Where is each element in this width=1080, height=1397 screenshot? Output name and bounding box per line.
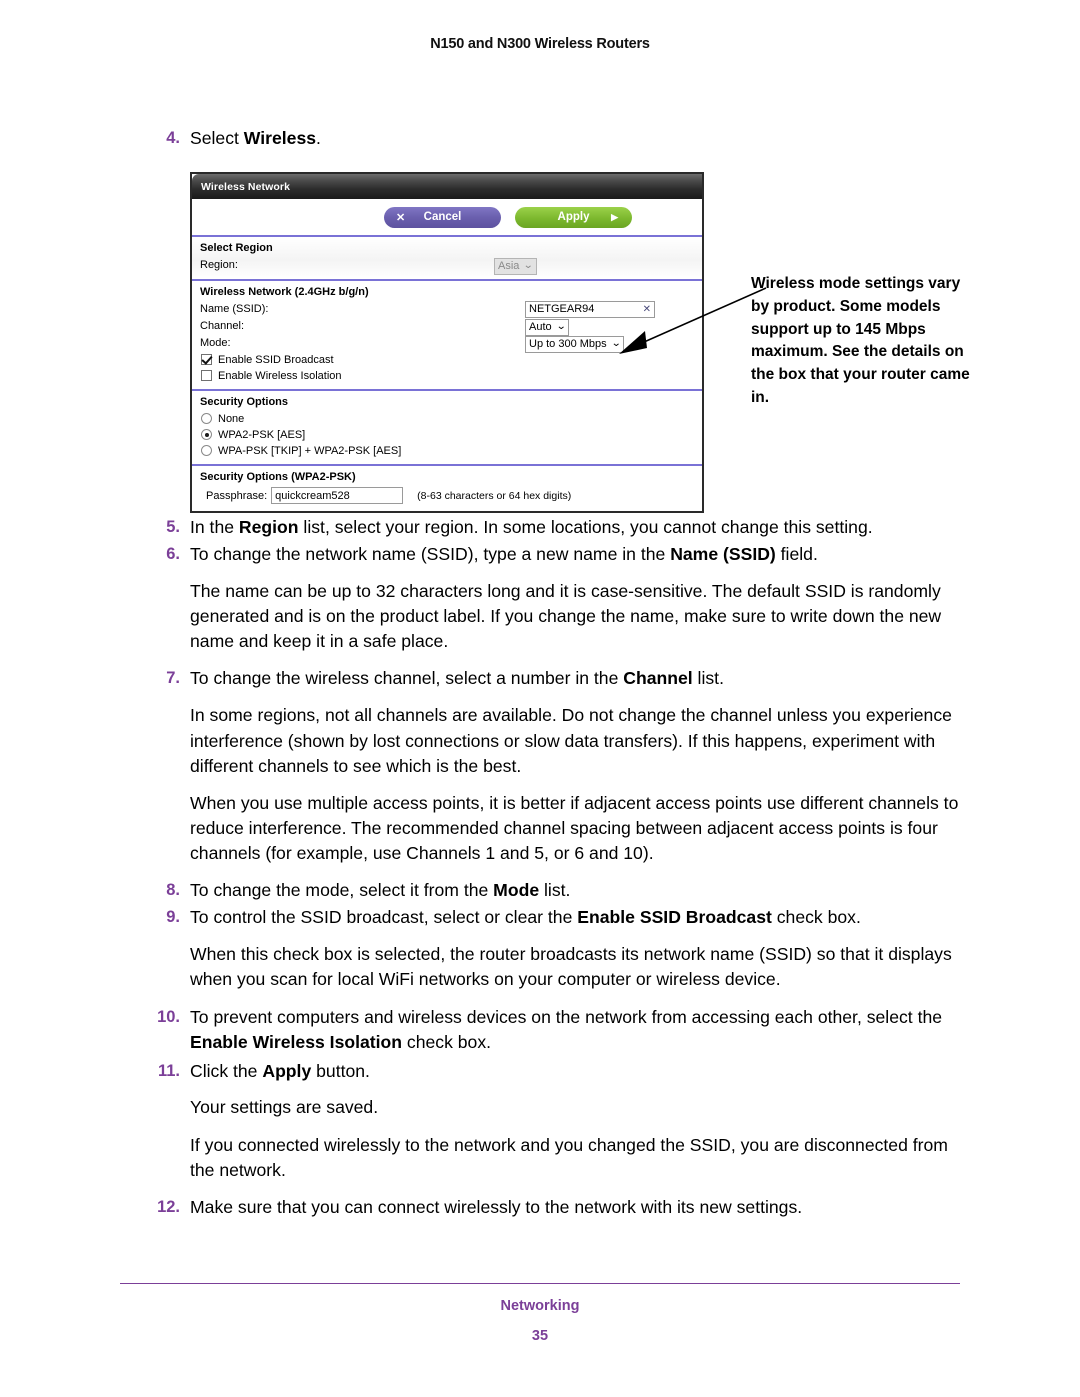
paragraph-ssid-name-info: The name can be up to 32 characters long…	[190, 580, 942, 652]
paragraph-channel-info-2: When you use multiple access points, it …	[190, 792, 959, 864]
step-text: To change the wireless channel, select a…	[190, 668, 724, 689]
passphrase-input[interactable]: quickcream528	[271, 487, 404, 505]
select-region-heading: Select Region	[200, 242, 273, 254]
document-content-lower: 5. In the Region list, select your regio…	[156, 515, 966, 1222]
mode-select[interactable]: Up to 300 Mbps ⌄	[525, 335, 625, 353]
step-number: 7.	[166, 669, 180, 688]
security-option-mixed-label: WPA-PSK [TKIP] + WPA2-PSK [AES]	[218, 444, 402, 457]
footer-chapter: Networking	[500, 1298, 580, 1314]
passphrase-input-value: quickcream528	[275, 489, 350, 502]
mode-select-wrap: Up to 300 Mbps ⌄	[525, 334, 625, 353]
step-5: 5. In the Region list, select your regio…	[156, 515, 966, 540]
channel-select-wrap: Auto ⌄	[525, 317, 570, 336]
document-content: 4. Select Wireless.	[156, 126, 966, 153]
ssid-input-value: NETGEAR94	[529, 303, 595, 316]
chevron-down-icon: ⌄	[555, 321, 567, 333]
apply-button[interactable]: Apply ▶	[515, 206, 632, 228]
arrow-right-icon: ▶	[611, 211, 618, 222]
region-label: Region:	[200, 259, 238, 272]
security-option-mixed-radio[interactable]	[201, 445, 212, 457]
wireless-isolation-checkbox-row[interactable]: Enable Wireless Isolation	[192, 368, 702, 384]
step-text: To prevent computers and wireless device…	[190, 1006, 943, 1052]
region-select-wrap: Asia ⌄	[494, 256, 537, 275]
step-number: 6.	[166, 544, 180, 563]
ssid-broadcast-label: Enable SSID Broadcast	[218, 353, 334, 366]
security-options-heading: Security Options	[200, 395, 289, 408]
step-text: To change the mode, select it from the M…	[190, 880, 571, 901]
step-text: Make sure that you can connect wirelessl…	[190, 1196, 803, 1217]
step-12: 12. Make sure that you can connect wirel…	[156, 1195, 966, 1220]
paragraph-ssid-broadcast-info: When this check box is selected, the rou…	[190, 944, 952, 990]
step-number: 11.	[157, 1061, 180, 1080]
footer-page-number: 35	[531, 1328, 549, 1344]
step-8: 8. To change the mode, select it from th…	[156, 878, 966, 903]
region-select[interactable]: Asia ⌄	[494, 257, 537, 275]
passphrase-label: Passphrase:	[206, 489, 268, 502]
step-number: 8.	[166, 881, 180, 900]
close-icon: ✕	[396, 211, 406, 224]
paragraph-channel-info-1: In some regions, not all channels are av…	[190, 705, 952, 776]
passphrase-row: Passphrase: quickcream528 (8-63 characte…	[192, 486, 702, 506]
mode-label: Mode:	[200, 337, 231, 350]
paragraph-settings-saved: Your settings are saved.	[190, 1097, 379, 1118]
step-number: 9.	[166, 908, 180, 927]
security-option-none-radio[interactable]	[201, 413, 212, 425]
running-header: N150 and N300 Wireless Routers	[430, 36, 650, 52]
security-option-none-label: None	[218, 412, 245, 425]
step-9: 9. To control the SSID broadcast, select…	[156, 905, 966, 930]
chevron-down-icon: ⌄	[523, 260, 534, 272]
figure-wireless-settings: Wireless Network ✕ Cancel Apply ▶ Select…	[156, 166, 970, 513]
region-row: Region: Asia ⌄	[192, 256, 702, 275]
security-option-wpa2psk-radio[interactable]	[201, 429, 212, 441]
mode-select-value: Up to 300 Mbps	[529, 338, 607, 351]
ssid-broadcast-checkbox[interactable]	[201, 354, 212, 366]
channel-label: Channel:	[200, 320, 245, 333]
step-number: 5.	[166, 518, 180, 536]
callout-arrow-icon	[619, 287, 767, 354]
passphrase-heading: Security Options (WPA2-PSK)	[200, 470, 356, 483]
step-10: 10. To prevent computers and wireless de…	[156, 1005, 966, 1055]
step-text: In the Region list, select your region. …	[190, 517, 873, 537]
step-number: 10.	[157, 1007, 180, 1026]
step-text: Click the Apply button.	[190, 1060, 370, 1081]
security-option-none-row[interactable]: None	[192, 411, 702, 427]
step-11: 11. Click the Apply button.	[156, 1059, 966, 1084]
panel-title: Wireless Network	[201, 180, 291, 193]
security-option-wpa2psk-row[interactable]: WPA2-PSK [AES]	[192, 427, 702, 443]
wireless-isolation-checkbox[interactable]	[201, 370, 212, 382]
footer-divider	[120, 1283, 960, 1284]
step-text: To change the network name (SSID), type …	[190, 543, 818, 564]
panel-titlebar: Wireless Network	[192, 174, 702, 199]
security-option-wpa2psk-label: WPA2-PSK [AES]	[218, 428, 306, 441]
apply-button-label: Apply	[557, 211, 590, 223]
step-text: To control the SSID broadcast, select or…	[190, 907, 861, 928]
step-text: Select Wireless.	[190, 128, 321, 148]
step-6: 6. To change the network name (SSID), ty…	[156, 542, 966, 567]
wireless-isolation-label: Enable Wireless Isolation	[218, 369, 342, 382]
ssid-label: Name (SSID):	[200, 303, 269, 316]
paragraph-disconnect-info: If you connected wirelessly to the netwo…	[190, 1134, 948, 1180]
cancel-button[interactable]: ✕ Cancel	[384, 206, 501, 228]
passphrase-section: Security Options (WPA2-PSK) Passphrase: …	[192, 466, 702, 511]
security-options-section: Security Options None WPA2-PSK [AES] WPA…	[192, 391, 702, 466]
step-7: 7. To change the wireless channel, selec…	[156, 666, 966, 691]
region-select-value: Asia	[498, 260, 520, 273]
step-4: 4. Select Wireless.	[156, 126, 966, 151]
channel-select[interactable]: Auto ⌄	[525, 318, 570, 336]
cancel-button-label: Cancel	[423, 211, 462, 223]
callout-note: Wireless mode settings vary by product. …	[751, 275, 970, 406]
select-region-section: Select Region Region: Asia ⌄	[192, 237, 702, 281]
security-option-mixed-row[interactable]: WPA-PSK [TKIP] + WPA2-PSK [AES]	[192, 443, 702, 459]
step-number: 4.	[166, 129, 180, 147]
panel-button-bar: ✕ Cancel Apply ▶	[192, 199, 702, 237]
passphrase-hint: (8-63 characters or 64 hex digits)	[417, 489, 572, 502]
channel-select-value: Auto	[529, 321, 552, 334]
step-number: 12.	[157, 1197, 180, 1216]
